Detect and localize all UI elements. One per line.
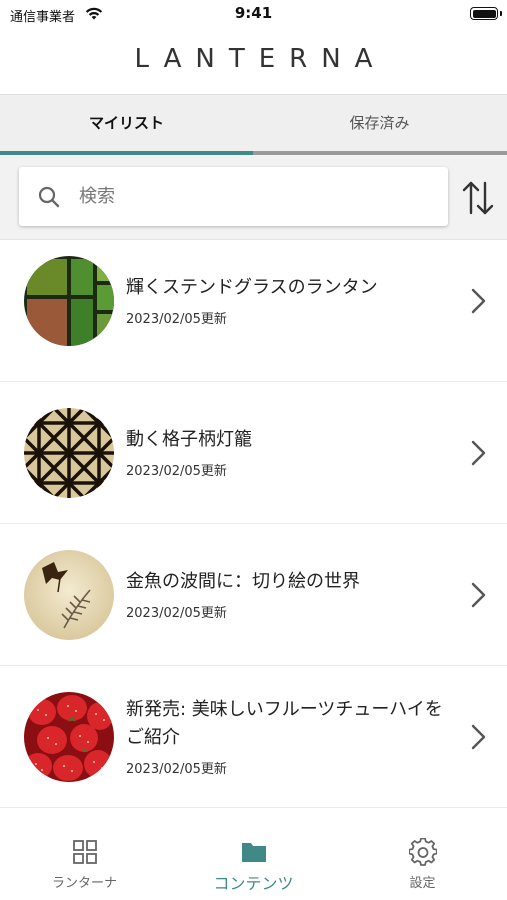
nav-label: ランターナ [51,876,117,891]
search-area [0,155,507,240]
item-date: 2023/02/05更新 [126,464,227,479]
search-input[interactable] [79,177,434,215]
sort-icon[interactable] [460,179,496,217]
search-icon [38,186,60,208]
list-item[interactable]: 輝くステンドグラスのランタン 2023/02/05更新 [0,240,507,382]
battery-icon [470,7,502,20]
status-time: 9:41 [234,4,273,22]
item-title: 輝くステンドグラスのランタン [126,277,378,298]
chevron-right-icon [471,440,486,466]
goldfish-paper-cut-thumbnail [24,550,114,640]
nav-contents[interactable]: コンテンツ [169,828,338,900]
list-item[interactable]: 金魚の波間に：切り絵の世界 2023/02/05更新 [0,524,507,666]
nav-settings[interactable]: 設定 [338,828,507,900]
tab-bar: マイリスト 保存済み [0,94,507,155]
item-title: 動く格子柄灯籠 [126,429,252,450]
item-title: 金魚の波間に：切り絵の世界 [126,571,360,592]
nav-label: コンテンツ [213,874,294,893]
chevron-right-icon [471,582,486,608]
lattice-pattern-thumbnail [24,408,114,498]
list-item[interactable]: 新発売: 美味しいフルーツチューハイをご紹介 2023/02/05更新 [0,666,507,808]
grid-icon [73,840,97,864]
search-box[interactable] [19,167,448,226]
nav-lanterna[interactable]: ランターナ [0,828,169,900]
list-item[interactable]: 動く格子柄灯籠 2023/02/05更新 [0,382,507,524]
content-list: 輝くステンドグラスのランタン 2023/02/05更新 動く格子柄灯籠 2023… [0,240,507,808]
bottom-nav: ランターナ コンテンツ 設定 [0,828,507,900]
item-date: 2023/02/05更新 [126,606,227,621]
item-date: 2023/02/05更新 [126,312,227,327]
item-date: 2023/02/05更新 [126,762,227,777]
tab-saved[interactable]: 保存済み [253,95,506,151]
folder-icon [242,843,266,862]
app-title: LANTERNA [134,44,387,74]
stained-glass-thumbnail [24,256,114,346]
chevron-right-icon [471,724,486,750]
gear-icon [409,838,437,866]
strawberries-thumbnail [24,692,114,782]
item-title: 新発売: 美味しいフルーツチューハイをご紹介 [126,699,443,748]
nav-label: 設定 [409,876,436,891]
status-bar: 通信事業者 9:41 [0,0,507,30]
chevron-right-icon [471,288,486,314]
tab-mylist[interactable]: マイリスト [0,95,253,151]
